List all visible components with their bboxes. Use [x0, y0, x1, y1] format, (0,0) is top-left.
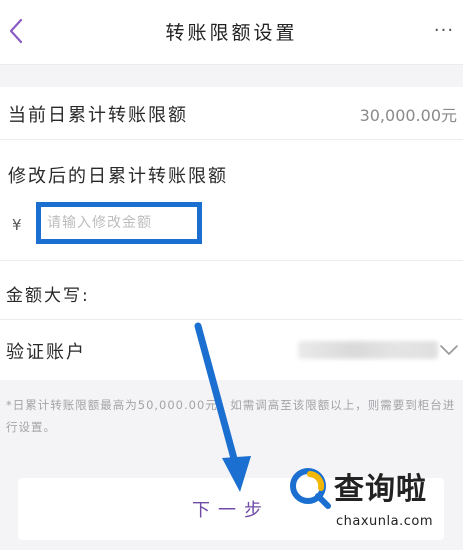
modify-limit-label: 修改后的日累计转账限额 — [8, 166, 228, 187]
amount-caps-label: 金额大写: — [6, 286, 90, 306]
current-limit-label: 当前日累计转账限额 — [8, 105, 188, 126]
watermark-domain: chaxunla.com — [336, 514, 433, 529]
modify-limit-section: 修改后的日累计转账限额 ¥ — [0, 140, 463, 261]
verify-account-label: 验证账户 — [6, 342, 86, 363]
account-number-redacted — [298, 341, 438, 359]
verify-account-row[interactable]: 验证账户 — [0, 320, 463, 380]
page-title: 转账限额设置 — [165, 22, 298, 44]
current-limit-value: 30,000.00元 — [359, 106, 457, 125]
currency-symbol: ¥ — [12, 216, 22, 234]
watermark: 查询啦 chaxunla.com — [284, 462, 460, 546]
section-gap — [0, 65, 463, 87]
limit-note: *日累计转账限额最高为50,000.00元，如需调高至该限额以上，则需要到柜台进… — [6, 398, 456, 434]
chevron-down-icon[interactable] — [439, 340, 459, 360]
more-menu-button[interactable]: ··· — [431, 20, 457, 41]
watermark-text: 查询啦 — [334, 472, 427, 507]
current-limit-row: 当前日累计转账限额 30,000.00元 — [0, 87, 463, 140]
nav-bar: 转账限额设置 ··· — [0, 0, 463, 65]
watermark-logo-icon — [290, 468, 331, 509]
amount-input[interactable] — [36, 202, 202, 244]
amount-caps-row: 金额大写: — [0, 261, 463, 320]
